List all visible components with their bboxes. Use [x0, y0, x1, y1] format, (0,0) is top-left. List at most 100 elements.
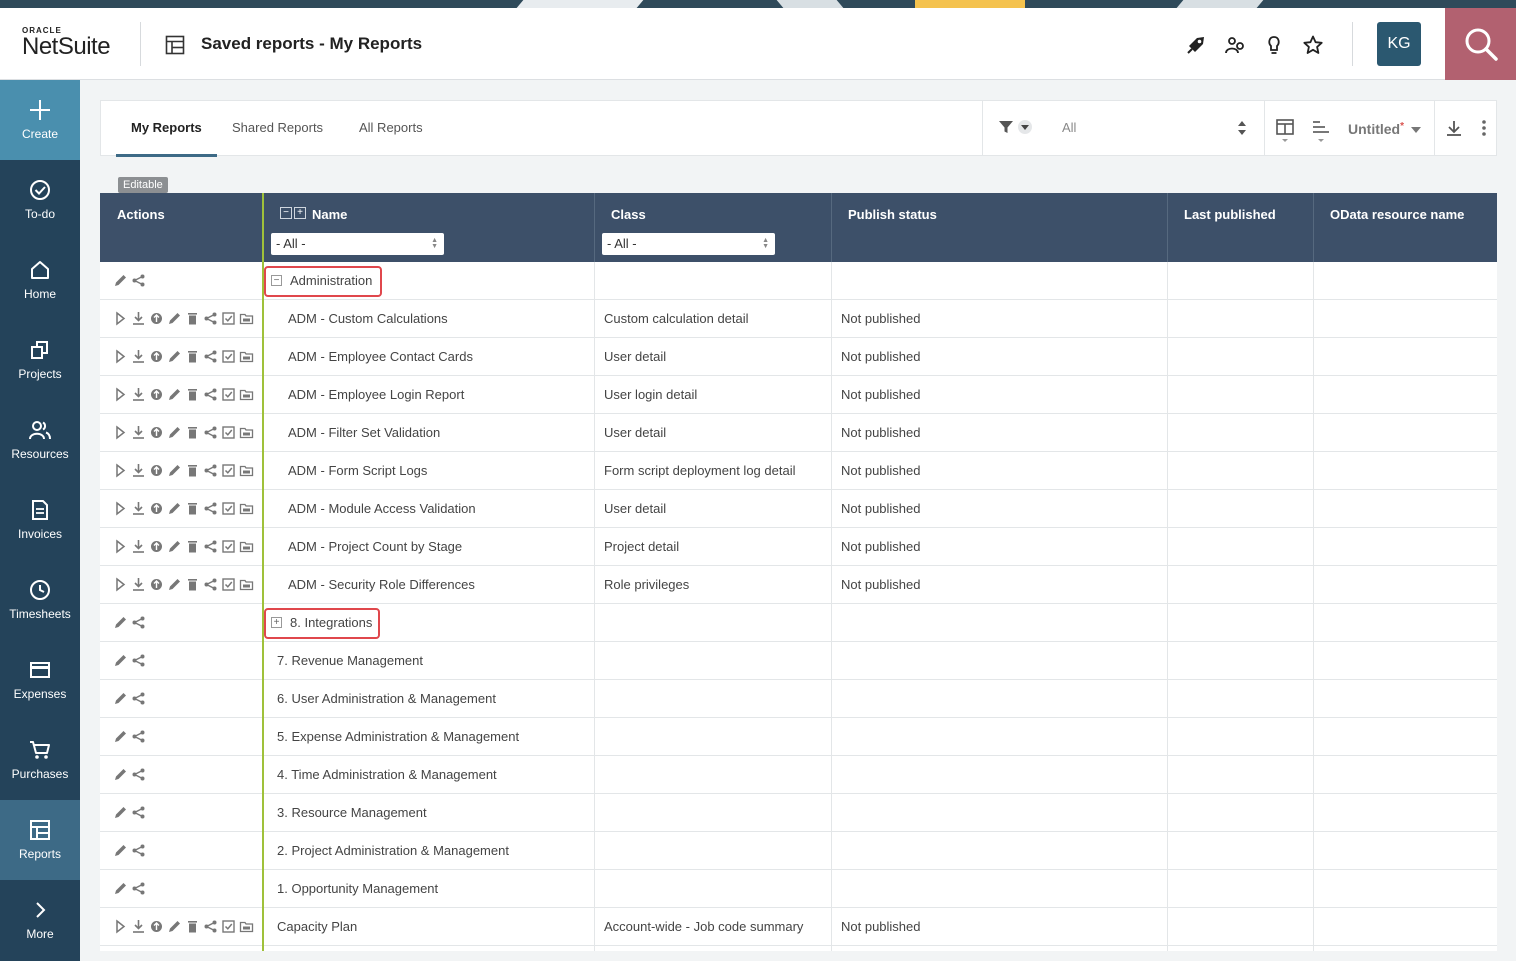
checkbox-icon[interactable]: [221, 539, 236, 554]
row-name[interactable]: ADM - Custom Calculations: [288, 300, 448, 337]
row-name[interactable]: ADM - Module Access Validation: [288, 490, 476, 527]
row-name[interactable]: ADM - Project Count by Stage: [288, 528, 462, 565]
columns-icon[interactable]: [1276, 119, 1294, 143]
folder-row[interactable]: 5. Expense Administration & Management: [100, 718, 1497, 756]
nav-projects[interactable]: Projects: [0, 320, 80, 400]
delete-icon[interactable]: [185, 463, 200, 478]
folder-row[interactable]: 4. Time Administration & Management: [100, 756, 1497, 794]
folder-icon[interactable]: [239, 349, 254, 364]
share-icon[interactable]: [131, 691, 146, 706]
edit-icon[interactable]: [167, 463, 182, 478]
table-row[interactable]: ADM - Form Script Logs Form script deploy…: [100, 452, 1497, 490]
share-icon[interactable]: [131, 767, 146, 782]
run-icon[interactable]: [113, 539, 128, 554]
row-name[interactable]: 3. Resource Management: [277, 794, 427, 831]
nav-more[interactable]: More: [0, 880, 80, 960]
edit-icon[interactable]: [113, 653, 128, 668]
collapse-all-icon[interactable]: −: [280, 207, 292, 219]
publish-icon[interactable]: [149, 425, 164, 440]
delete-icon[interactable]: [185, 501, 200, 516]
filter-button[interactable]: [998, 119, 1032, 135]
share-icon[interactable]: [203, 919, 218, 934]
col-last-published[interactable]: Last published: [1184, 207, 1276, 222]
user-avatar[interactable]: KG: [1377, 22, 1421, 66]
publish-icon[interactable]: [149, 311, 164, 326]
publish-icon[interactable]: [149, 919, 164, 934]
run-icon[interactable]: [113, 425, 128, 440]
download-icon[interactable]: [131, 463, 146, 478]
tab-shared-reports[interactable]: Shared Reports: [232, 101, 323, 157]
share-icon[interactable]: [203, 539, 218, 554]
share-icon[interactable]: [203, 425, 218, 440]
download-icon[interactable]: [131, 425, 146, 440]
folder-icon[interactable]: [239, 311, 254, 326]
checkbox-icon[interactable]: [221, 311, 236, 326]
row-name[interactable]: 4. Time Administration & Management: [277, 756, 497, 793]
row-name[interactable]: ADM - Employee Login Report: [288, 376, 464, 413]
row-name[interactable]: 6. User Administration & Management: [277, 680, 496, 717]
folder-icon[interactable]: [239, 539, 254, 554]
col-odata-resource-name[interactable]: OData resource name: [1330, 207, 1464, 222]
table-row[interactable]: ADM - Module Access Validation User detai…: [100, 490, 1497, 528]
row-name[interactable]: ADM - Security Role Differences: [288, 566, 475, 603]
nav-invoices[interactable]: Invoices: [0, 480, 80, 560]
share-icon[interactable]: [203, 387, 218, 402]
download-icon[interactable]: [131, 387, 146, 402]
share-icon[interactable]: [203, 501, 218, 516]
folder-row[interactable]: 3. Resource Management: [100, 794, 1497, 832]
publish-icon[interactable]: [149, 577, 164, 592]
edit-icon[interactable]: [113, 691, 128, 706]
row-name[interactable]: 5. Expense Administration & Management: [277, 718, 519, 755]
publish-icon[interactable]: [149, 349, 164, 364]
folder-row[interactable]: 1. Opportunity Management: [100, 870, 1497, 908]
nav-create[interactable]: Create: [0, 80, 80, 160]
row-name[interactable]: ADM - Form Script Logs: [288, 452, 427, 489]
folder-icon[interactable]: [239, 463, 254, 478]
col-publish-status[interactable]: Publish status: [848, 207, 937, 222]
checkbox-icon[interactable]: [221, 919, 236, 934]
delete-icon[interactable]: [185, 387, 200, 402]
global-search-button[interactable]: [1445, 8, 1516, 80]
download-icon[interactable]: [131, 349, 146, 364]
row-name[interactable]: Capacity Plan: [277, 908, 357, 945]
edit-icon[interactable]: [167, 919, 182, 934]
folder-row[interactable]: 7. Revenue Management: [100, 642, 1497, 680]
sort-lines-icon[interactable]: [1312, 119, 1330, 143]
view-name-dropdown[interactable]: Untitled*: [1348, 121, 1421, 137]
nav-home[interactable]: Home: [0, 240, 80, 320]
run-icon[interactable]: [113, 387, 128, 402]
lightbulb-icon[interactable]: [1263, 34, 1285, 56]
publish-icon[interactable]: [149, 539, 164, 554]
tab-my-reports[interactable]: My Reports: [116, 101, 217, 157]
tab-all-reports[interactable]: All Reports: [359, 101, 423, 157]
edit-icon[interactable]: [167, 501, 182, 516]
run-icon[interactable]: [113, 463, 128, 478]
checkbox-icon[interactable]: [221, 349, 236, 364]
expand-all-icon[interactable]: +: [294, 207, 306, 219]
delete-icon[interactable]: [185, 919, 200, 934]
edit-icon[interactable]: [167, 425, 182, 440]
name-filter-select[interactable]: - All - ▲ ▼: [271, 233, 444, 255]
checkbox-icon[interactable]: [221, 387, 236, 402]
row-name[interactable]: 1. Opportunity Management: [277, 870, 438, 907]
run-icon[interactable]: [113, 311, 128, 326]
more-options-icon[interactable]: [1481, 119, 1487, 137]
delete-icon[interactable]: [185, 577, 200, 592]
table-row[interactable]: ADM - Filter Set Validation User detail No…: [100, 414, 1497, 452]
edit-icon[interactable]: [167, 349, 182, 364]
checkbox-icon[interactable]: [221, 463, 236, 478]
row-name[interactable]: 2. Project Administration & Management: [277, 832, 509, 869]
checkbox-icon[interactable]: [221, 425, 236, 440]
share-icon[interactable]: [131, 729, 146, 744]
run-icon[interactable]: [113, 501, 128, 516]
nav-resources[interactable]: Resources: [0, 400, 80, 480]
share-icon[interactable]: [203, 463, 218, 478]
edit-icon[interactable]: [167, 311, 182, 326]
row-name[interactable]: 7. Revenue Management: [277, 642, 423, 679]
table-row[interactable]: ADM - Employee Contact Cards User detail N…: [100, 338, 1497, 376]
edit-icon[interactable]: [113, 843, 128, 858]
share-icon[interactable]: [131, 881, 146, 896]
delete-icon[interactable]: [185, 425, 200, 440]
edit-icon[interactable]: [113, 805, 128, 820]
share-icon[interactable]: [203, 311, 218, 326]
